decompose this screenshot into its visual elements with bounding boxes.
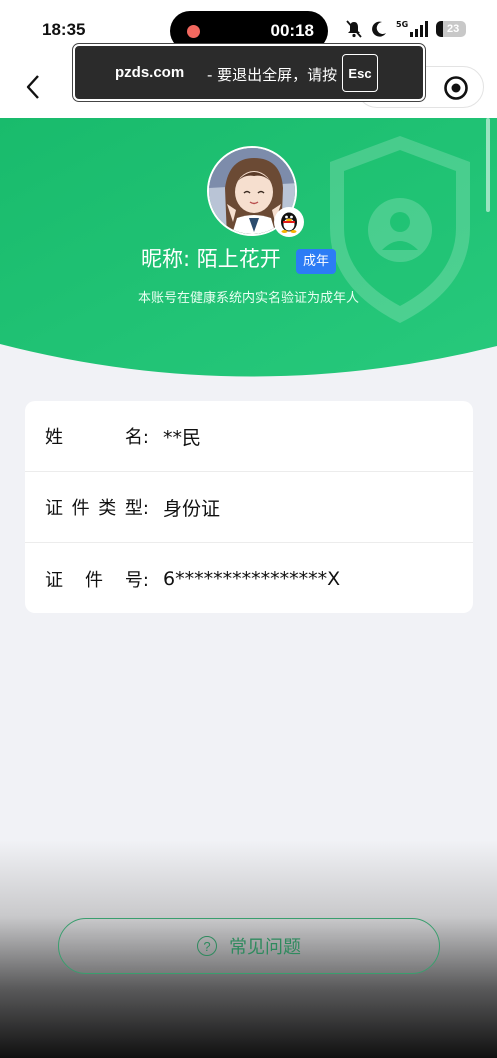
id-number-row: 证 件 号: 6****************X: [25, 543, 473, 614]
close-miniapp-button[interactable]: [443, 75, 469, 101]
bell-muted-icon: [346, 20, 362, 38]
qq-penguin-icon: [281, 212, 297, 233]
signal-icon: [410, 21, 429, 37]
target-icon: [444, 76, 468, 100]
status-time: 18:35: [42, 20, 86, 39]
name-label-char: 名:: [124, 427, 149, 448]
name-label-char: 姓: [45, 427, 63, 448]
id-type-label-char: 件: [71, 498, 90, 519]
id-type-label-char: 型:: [124, 498, 149, 519]
identity-info-card: 姓 名: **民 证 件 类 型: 身份证 证 件 号: 6**********…: [25, 401, 473, 613]
moon-icon: [372, 21, 386, 37]
battery-level: 23: [447, 23, 460, 35]
id-type-row: 证 件 类 型: 身份证: [25, 472, 473, 543]
question-icon: ?: [197, 936, 217, 956]
chevron-left-icon: [26, 75, 39, 99]
recording-dot-icon: [187, 25, 200, 38]
fullscreen-exit-toast: pzds.com - 要退出全屏，请按 Esc: [72, 43, 426, 102]
id-number-label-char: 件: [84, 569, 103, 591]
adult-badge: 成年: [296, 249, 336, 274]
battery-icon: 23: [436, 21, 467, 37]
esc-key: Esc: [342, 54, 378, 92]
name-value: **民: [163, 426, 202, 449]
toast-domain: pzds.com: [115, 64, 185, 81]
id-type-label-char: 证: [45, 498, 63, 519]
toast-message: - 要退出全屏，请按: [207, 66, 338, 84]
id-type-label: 证 件 类 型:: [45, 494, 149, 520]
id-type-value: 身份证: [163, 497, 221, 520]
name-label: 姓 名:: [45, 423, 149, 449]
recording-timer: 00:18: [270, 21, 314, 40]
status-icons: 5G 23: [346, 19, 467, 38]
nickname: 昵称: 陌上花开: [141, 247, 281, 271]
id-type-label-char: 类: [98, 498, 117, 519]
qq-badge: [274, 207, 304, 237]
id-number-label: 证 件 号:: [45, 566, 149, 592]
scrollbar-thumb[interactable]: [486, 118, 490, 212]
network-label: 5G: [396, 19, 409, 29]
faq-button[interactable]: ? 常见问题: [58, 918, 440, 974]
faq-label: 常见问题: [229, 937, 301, 958]
id-number-label-char: 号:: [124, 569, 149, 591]
verification-note: 本账号在健康系统内实名验证为成年人: [137, 291, 359, 306]
id-number-value: 6****************X: [163, 567, 341, 590]
back-button[interactable]: [18, 70, 48, 104]
id-number-label-char: 证: [45, 569, 63, 591]
name-row: 姓 名: **民: [25, 401, 473, 472]
